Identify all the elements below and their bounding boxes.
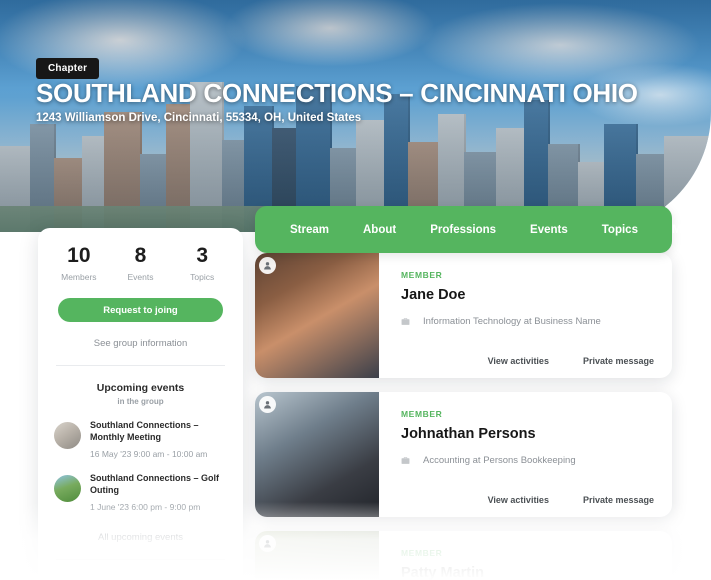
tab-about[interactable]: About bbox=[346, 224, 413, 236]
upcoming-event-item[interactable]: Southland Connections – Monthly Meeting … bbox=[54, 420, 227, 459]
member-photo bbox=[255, 392, 379, 517]
sidebar-divider-2 bbox=[56, 558, 225, 560]
stat-topics-value: 3 bbox=[196, 244, 209, 267]
tab-professions[interactable]: Professions bbox=[413, 224, 513, 236]
view-activities-link[interactable]: View activities bbox=[488, 356, 549, 366]
all-upcoming-events-link[interactable]: All upcoming events bbox=[38, 532, 243, 543]
member-job-row: Accounting at Persons Bookkeeping bbox=[401, 455, 654, 466]
briefcase-icon bbox=[401, 457, 410, 464]
members-list: MEMBER Jane Doe Information Technology a… bbox=[255, 253, 680, 580]
member-card[interactable]: MEMBER Jane Doe Information Technology a… bbox=[255, 253, 672, 378]
tab-stream[interactable]: Stream bbox=[273, 224, 346, 236]
member-name: Patty Martin bbox=[401, 565, 484, 580]
member-role-badge: MEMBER bbox=[401, 270, 443, 280]
event-thumbnail-image bbox=[54, 422, 81, 450]
stat-members-value: 10 bbox=[67, 244, 91, 267]
briefcase-icon bbox=[401, 318, 410, 325]
member-card-actions: View activities Private message bbox=[454, 356, 654, 366]
upcoming-events-subtitle: in the group bbox=[117, 397, 164, 407]
member-card[interactable]: MEMBER Patty Martin bbox=[255, 531, 672, 580]
stat-events-value: 8 bbox=[134, 244, 147, 267]
group-address: 1243 Williamson Drive, Cincinnati, 55334… bbox=[36, 112, 362, 124]
member-card-actions: View activities Private message bbox=[454, 495, 654, 505]
sidebar-divider-1 bbox=[56, 365, 225, 367]
page-title: SOUTHLAND CONNECTIONS – CINCINNATI OHIO bbox=[36, 78, 638, 108]
stat-events-label: Events bbox=[127, 272, 154, 283]
group-sidebar: 10 Members 8 Events 3 Topics Request to … bbox=[38, 228, 243, 580]
event-name: Southland Connections – Monthly Meeting bbox=[90, 420, 199, 442]
request-to-join-button[interactable]: Request to joing bbox=[58, 298, 223, 323]
member-photo bbox=[255, 531, 379, 580]
tab-members[interactable]: Members bbox=[655, 224, 711, 236]
view-activities-link[interactable]: View activities bbox=[488, 495, 549, 505]
event-name: Southland Connections – Golf Outing bbox=[90, 472, 219, 495]
group-nav: Stream About Professions Events Topics M… bbox=[255, 206, 711, 253]
stat-members: 10 Members bbox=[48, 244, 110, 282]
member-job-text: Accounting at Persons Bookkeeping bbox=[423, 455, 576, 466]
stat-events: 8 Events bbox=[110, 244, 172, 282]
member-role-badge: MEMBER bbox=[401, 548, 443, 558]
member-card[interactable]: MEMBER Johnathan Persons Accounting at P… bbox=[255, 392, 672, 517]
event-datetime: 1 June '23 6:00 pm - 9:00 pm bbox=[90, 501, 201, 512]
private-message-link[interactable]: Private message bbox=[583, 495, 654, 505]
tab-events[interactable]: Events bbox=[513, 224, 585, 236]
member-job-text: Information Technology at Business Name bbox=[423, 316, 601, 327]
group-page: Chapter SOUTHLAND CONNECTIONS – CINCINNA… bbox=[0, 0, 711, 580]
event-datetime: 16 May '23 9:00 am - 10:00 am bbox=[90, 448, 208, 459]
event-thumbnail-image bbox=[54, 474, 81, 502]
member-photo bbox=[255, 253, 379, 378]
person-icon bbox=[259, 396, 276, 413]
member-name: Jane Doe bbox=[401, 287, 466, 303]
upcoming-events-title: Upcoming events bbox=[96, 382, 185, 395]
member-job-row: Information Technology at Business Name bbox=[401, 316, 654, 327]
member-details: MEMBER Patty Martin bbox=[379, 531, 672, 580]
member-role-badge: MEMBER bbox=[401, 409, 443, 419]
member-details: MEMBER Johnathan Persons Accounting at P… bbox=[379, 392, 672, 517]
see-group-information-link[interactable]: See group information bbox=[38, 338, 243, 349]
upcoming-event-item[interactable]: Southland Connections – Golf Outing 1 Ju… bbox=[54, 473, 227, 512]
person-icon bbox=[259, 257, 276, 274]
person-icon bbox=[259, 535, 276, 552]
stat-members-label: Members bbox=[61, 272, 97, 283]
chapter-badge: Chapter bbox=[36, 58, 100, 79]
group-stats: 10 Members 8 Events 3 Topics bbox=[38, 228, 243, 282]
stat-topics-label: Topics bbox=[190, 272, 215, 283]
stat-topics: 3 Topics bbox=[171, 244, 233, 282]
member-details: MEMBER Jane Doe Information Technology a… bbox=[379, 253, 672, 378]
member-name: Johnathan Persons bbox=[401, 426, 536, 442]
private-message-link[interactable]: Private message bbox=[583, 356, 654, 366]
tab-topics[interactable]: Topics bbox=[585, 224, 655, 236]
